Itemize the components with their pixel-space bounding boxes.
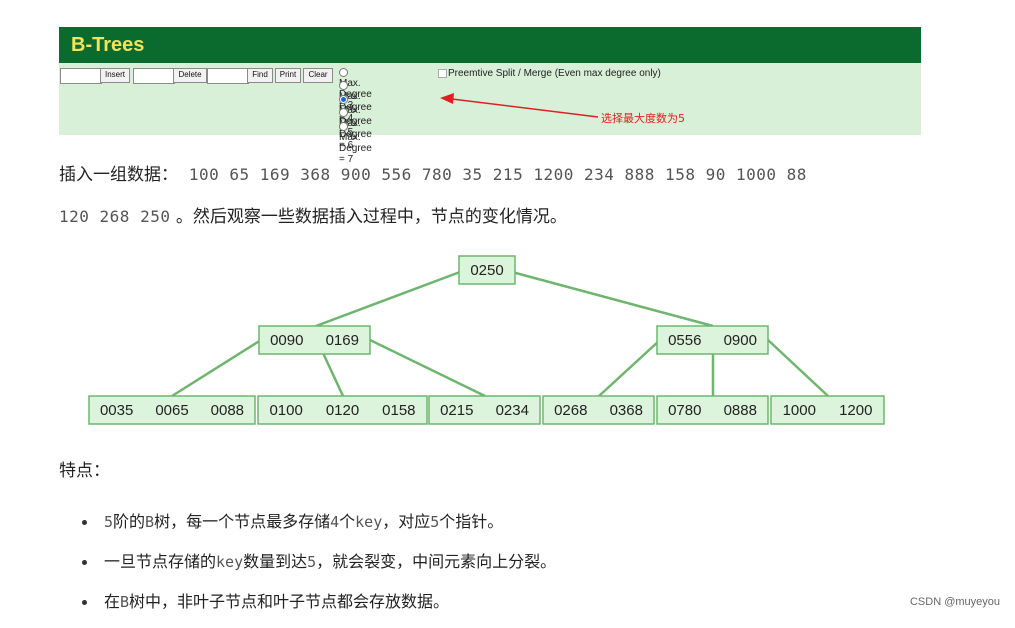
btree-key: 0556 — [668, 332, 701, 349]
bullet-text: 数量到达 — [243, 552, 308, 571]
inline-code: key — [216, 553, 244, 571]
btree-key: 0158 — [382, 402, 415, 419]
btree-key: 0215 — [440, 402, 473, 419]
btree-node: 0556 0900 — [656, 325, 769, 355]
btree-key: 0900 — [724, 332, 757, 349]
btree-key: 0268 — [554, 402, 587, 419]
btree-key: 0120 — [326, 402, 359, 419]
btree-edge — [315, 270, 461, 328]
btree-key: 0035 — [100, 402, 133, 419]
btree-node: 0780 0888 — [656, 395, 769, 425]
btree-key: 1200 — [839, 402, 872, 419]
inline-code: 5 — [307, 553, 317, 571]
features-list: 5阶的B树，每一个节点最多存储4个key，对应5个指针。 一旦节点存储的key数… — [82, 508, 556, 628]
btree-node: 0215 0234 — [428, 395, 541, 425]
bullet-text: 树中，非叶子节点和叶子节点都会存放数据。 — [129, 592, 450, 611]
inline-code: 5 — [104, 513, 114, 531]
btree-node: 1000 1200 — [770, 395, 885, 425]
btree-edge — [598, 339, 661, 397]
btree-key: 0780 — [668, 402, 701, 419]
bullet-text: 在 — [104, 592, 121, 611]
btree-node: 0035 0065 0088 — [88, 395, 256, 425]
bullet-text: 阶的 — [113, 512, 146, 531]
inline-code: 5 — [430, 513, 440, 531]
bullet-text: ，对应 — [382, 512, 431, 531]
btree-edge — [767, 339, 829, 397]
bullet-text: ，就会裂变，中间元素向上分裂。 — [316, 552, 557, 571]
btree-edge — [369, 338, 486, 398]
inline-code: key — [355, 513, 383, 531]
btree-key: 0368 — [610, 402, 643, 419]
btree-key: 0088 — [211, 402, 244, 419]
btree-node: 0100 0120 0158 — [257, 395, 428, 425]
inline-code: 4 — [330, 513, 340, 531]
btree-key: 0169 — [326, 332, 359, 349]
bullet-text: 个指针。 — [439, 512, 504, 531]
inline-code: B — [145, 513, 155, 531]
btree-key: 0234 — [496, 402, 529, 419]
btree-key: 0888 — [724, 402, 757, 419]
btree-key: 0090 — [270, 332, 303, 349]
btree-key: 0065 — [155, 402, 188, 419]
bullet-text: 个 — [339, 512, 356, 531]
btree-key: 1000 — [783, 402, 816, 419]
inline-code: B — [120, 593, 130, 611]
feature-item: 一旦节点存储的key数量到达5，就会裂变，中间元素向上分裂。 — [82, 548, 556, 588]
btree-key: 0100 — [269, 402, 302, 419]
btree-node: 0090 0169 — [258, 325, 371, 355]
bullet-text: 树，每一个节点最多存储 — [154, 512, 331, 531]
feature-item: 在B树中，非叶子节点和叶子节点都会存放数据。 — [82, 588, 556, 628]
btree-edge — [511, 270, 714, 328]
btree-node: 0268 0368 — [542, 395, 655, 425]
bullet-text: 一旦节点存储的 — [104, 552, 217, 571]
feature-item: 5阶的B树，每一个节点最多存储4个key，对应5个指针。 — [82, 508, 556, 548]
btree-node: 0250 — [458, 255, 516, 285]
features-heading: 特点： — [59, 461, 110, 481]
btree-edge — [171, 338, 262, 398]
btree-key: 0250 — [470, 262, 503, 279]
csdn-watermark: CSDN @muyeyou — [909, 596, 1000, 608]
